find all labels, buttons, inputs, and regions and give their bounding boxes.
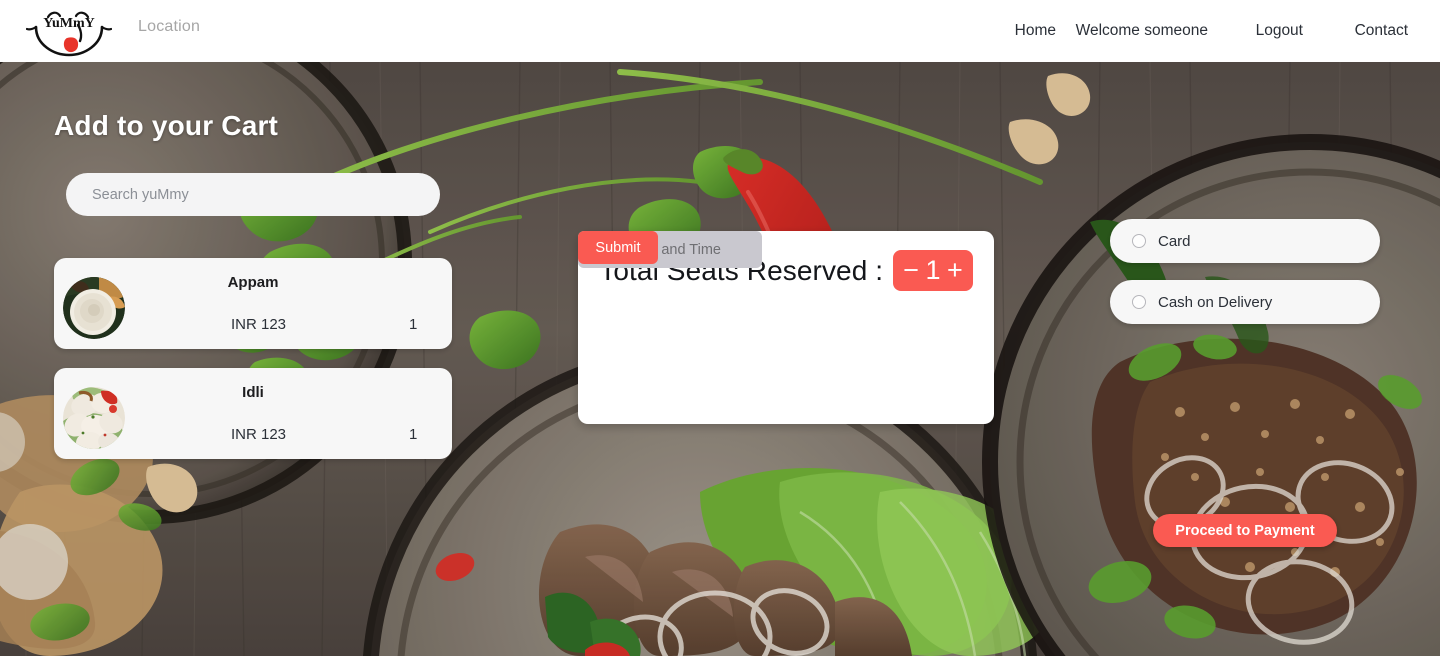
- payment-option-label: Cash on Delivery: [1158, 293, 1273, 311]
- proceed-to-payment-button[interactable]: Proceed to Payment: [1153, 514, 1337, 547]
- search-bar: [66, 173, 440, 216]
- top-navigation-bar: YuMmY Location Home Welcome someone Logo…: [0, 0, 1440, 62]
- nav-link-logout[interactable]: Logout: [1256, 22, 1303, 40]
- seat-count-stepper: − 1 +: [893, 250, 973, 291]
- cart-item-name: Appam: [227, 274, 279, 291]
- page-title: Add to your Cart: [54, 110, 279, 141]
- cart-item-quantity: 1: [409, 316, 418, 333]
- seat-count-value: 1: [925, 255, 941, 285]
- svg-text:YuMmY: YuMmY: [43, 16, 95, 31]
- cart-item-price: INR 123: [231, 426, 287, 443]
- submit-button[interactable]: Submit: [578, 231, 658, 264]
- radio-icon[interactable]: [1132, 295, 1146, 309]
- seat-reservation-panel: Total Seats Reserved : − 1 + Submit: [578, 231, 994, 424]
- cart-page: YuMmY Location Home Welcome someone Logo…: [0, 0, 1440, 656]
- nav-link-home[interactable]: Home: [1015, 22, 1056, 40]
- increment-seats-button[interactable]: +: [944, 257, 966, 284]
- yummy-logo[interactable]: YuMmY: [26, 5, 112, 57]
- cart-item-name: Idli: [242, 384, 264, 401]
- payment-option-cash-on-delivery[interactable]: Cash on Delivery: [1110, 280, 1380, 324]
- smiley-face-logo-icon: YuMmY: [26, 11, 112, 57]
- search-input[interactable]: [66, 173, 440, 216]
- nav-link-welcome[interactable]: Welcome someone: [1076, 22, 1208, 40]
- payment-option-card[interactable]: Card: [1110, 219, 1380, 263]
- radio-icon[interactable]: [1132, 234, 1146, 248]
- location-label[interactable]: Location: [138, 18, 200, 36]
- payment-option-label: Card: [1158, 232, 1191, 250]
- cart-item-quantity: 1: [409, 426, 418, 443]
- cart-item-row[interactable]: Appam INR 123 1: [54, 258, 452, 349]
- decrement-seats-button[interactable]: −: [900, 257, 922, 284]
- cart-item-row[interactable]: Idli INR 123 1: [54, 368, 452, 459]
- cart-item-price: INR 123: [231, 316, 287, 333]
- nav-link-contact[interactable]: Contact: [1355, 22, 1408, 40]
